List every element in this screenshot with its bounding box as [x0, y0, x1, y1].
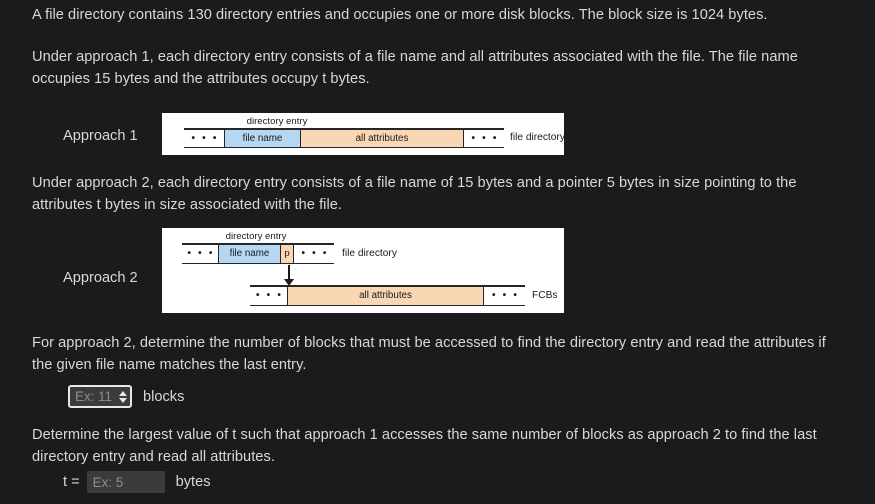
blocks-input-placeholder: Ex: 11 [75, 389, 112, 404]
blocks-unit-label: blocks [143, 388, 185, 405]
t-unit-label: bytes [175, 474, 211, 490]
approach2-cell-file-name: file name [219, 245, 281, 263]
t-equals-label: t = [63, 474, 80, 490]
approach1-label: Approach 1 [63, 128, 138, 144]
approach1-file-directory-caption: file directory [510, 132, 565, 143]
answer-row-blocks: Ex: 11 blocks [68, 385, 184, 408]
question-1-text: For approach 2, determine the number of … [32, 335, 826, 373]
approach2-fcb-trailing-ellipsis: • • • [484, 287, 525, 305]
approach1-cell-trailing-ellipsis: • • • [464, 130, 504, 147]
approach2-cell-trailing-ellipsis: • • • [294, 245, 334, 263]
approach2-fcb-all-attributes: all attributes [288, 287, 484, 305]
approach1-description: Under approach 1, each directory entry c… [32, 49, 798, 87]
approach1-figure: directory entry • • • file name all attr… [162, 113, 565, 155]
approach2-file-directory-caption: file directory [342, 248, 397, 259]
approach1-cell-leading-ellipsis: • • • [184, 130, 225, 147]
spinner-up-icon[interactable] [118, 390, 127, 396]
approach1-cell-all-attributes: all attributes [301, 130, 464, 147]
t-value-input[interactable]: Ex: 5 [86, 471, 165, 493]
approach2-entry-caption: directory entry [225, 231, 287, 242]
approach2-label: Approach 2 [63, 270, 138, 286]
approach2-fcb-leading-ellipsis: • • • [250, 287, 288, 305]
approach1-strip: • • • file name all attributes • • • [184, 129, 504, 148]
blocks-number-input[interactable]: Ex: 11 [68, 385, 132, 408]
blocks-spinner[interactable] [117, 387, 128, 406]
approach1-cell-file-name: file name [225, 130, 301, 147]
approach1-entry-caption: directory entry [246, 116, 308, 127]
approach2-bottom-strip: • • • all attributes • • • [250, 286, 525, 306]
exercise-page: A file directory contains 130 directory … [0, 0, 875, 504]
approach2-cell-pointer: p [281, 245, 294, 263]
approach2-top-strip: • • • file name p • • • [182, 244, 334, 264]
question-2-text: Determine the largest value of t such th… [32, 427, 817, 465]
spinner-down-icon[interactable] [118, 397, 127, 403]
intro-paragraph: A file directory contains 130 directory … [32, 7, 768, 23]
approach2-fcbs-caption: FCBs [532, 290, 558, 301]
answer-row-t: t = Ex: 5 bytes [63, 471, 211, 493]
t-input-placeholder: Ex: 5 [92, 474, 124, 490]
approach2-description: Under approach 2, each directory entry c… [32, 175, 797, 213]
approach2-figure: directory entry • • • file name p • • • … [162, 228, 564, 313]
approach2-cell-leading-ellipsis: • • • [182, 245, 219, 263]
